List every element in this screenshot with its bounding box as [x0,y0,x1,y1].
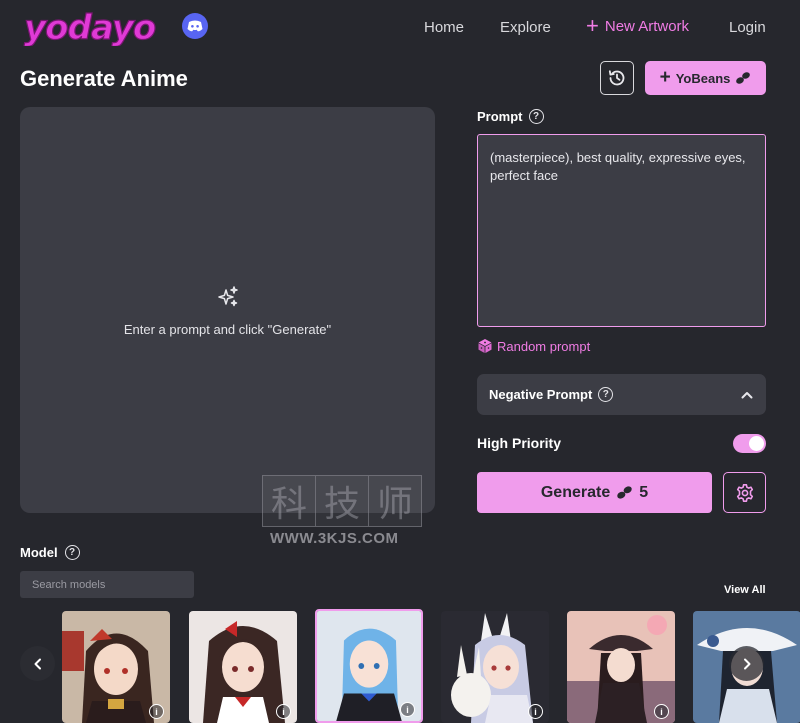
nav-new-artwork-label: New Artwork [604,17,690,35]
yodayo-logo[interactable]: yodayo [22,7,174,48]
model-card[interactable]: i [315,609,423,723]
plus-icon: + [586,13,599,38]
nav-home[interactable]: Home [424,19,464,36]
toggle-knob [749,436,764,451]
dice-icon [478,339,492,353]
page-title: Generate Anime [20,66,188,91]
nav-new-artwork[interactable]: + New Artwork [586,13,690,38]
info-icon[interactable]: i [149,704,164,719]
random-prompt-label: Random prompt [497,338,591,354]
negative-prompt-label: Negative Prompt [489,387,593,402]
help-icon[interactable]: ? [528,109,544,124]
watermark-char: 师 [376,484,413,525]
help-icon[interactable]: ? [64,545,80,560]
search-models-input[interactable] [20,571,194,598]
history-icon [608,70,625,86]
bean-icon [617,486,633,499]
model-label-text: Model [20,545,58,560]
carousel-prev-button[interactable] [20,646,55,681]
discord-icon[interactable] [182,13,208,39]
watermark-char: 科 [263,476,316,526]
negative-prompt-toggle[interactable]: Negative Prompt ? [477,374,766,415]
nav-explore[interactable]: Explore [500,19,551,36]
watermark: 科 技 师 [262,475,422,527]
info-icon[interactable]: i [654,704,669,719]
model-carousel: i i i i i [0,609,800,723]
watermark-url: WWW.3KJS.COM [270,530,399,547]
high-priority-label: High Priority [477,435,562,451]
carousel-next-button[interactable] [729,646,764,681]
plus-icon: + [659,67,671,88]
help-icon[interactable]: ? [598,387,614,402]
watermark-char: 技 [316,476,369,526]
info-icon[interactable]: i [276,704,291,719]
model-card[interactable]: i [567,611,675,723]
generate-cost: 5 [639,483,649,501]
model-label: Model ? [20,545,80,560]
model-card[interactable]: i [62,611,170,723]
prompt-input[interactable]: (masterpiece), best quality, expressive … [477,134,766,327]
prompt-label: Prompt ? [477,109,544,124]
svg-text:yodayo: yodayo [24,8,156,46]
generate-button[interactable]: Generate 5 [477,472,712,513]
chevron-left-icon [34,658,41,669]
info-icon[interactable]: i [528,704,543,719]
prompt-label-text: Prompt [477,109,523,124]
chevron-up-icon [741,391,753,398]
chevron-right-icon [743,658,750,669]
sparkle-icon [218,286,238,307]
generate-label: Generate [540,483,611,501]
history-button[interactable] [600,61,634,95]
high-priority-toggle[interactable] [733,434,766,453]
model-card[interactable]: i [189,611,297,723]
view-all-link[interactable]: View All [724,584,766,596]
yobeans-label: YoBeans [675,70,731,86]
model-card[interactable]: i [441,611,549,723]
image-preview-area [20,107,435,513]
nav-login[interactable]: Login [729,19,766,36]
bean-icon [736,72,751,84]
gear-icon [736,483,753,502]
info-icon[interactable]: i [400,702,415,717]
preview-hint: Enter a prompt and click "Generate" [123,322,332,337]
yobeans-button[interactable]: + YoBeans [645,61,766,95]
random-prompt-button[interactable]: Random prompt [477,338,590,354]
settings-button[interactable] [723,472,766,513]
